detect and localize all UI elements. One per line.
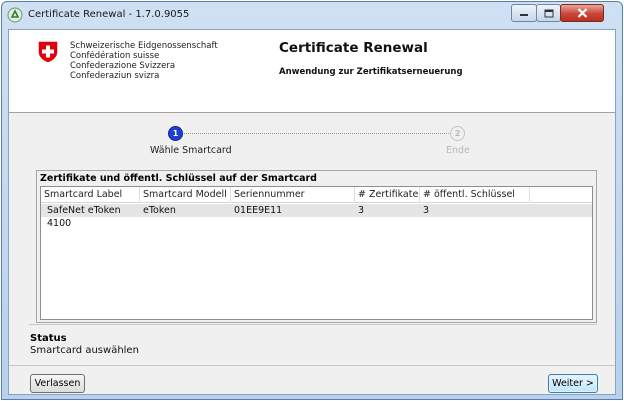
smartcard-group: Zertifikate und öffentl. Schlüssel auf d… [36,170,597,323]
maximize-icon [544,9,553,17]
header-divider [9,112,615,113]
app-subtitle: Anwendung zur Zertifikatserneuerung [279,67,463,77]
confederation-line: Confédération suisse [70,51,160,61]
cell-seriennummer: 01EE9E11 [234,205,283,216]
step-1-label: Wähle Smartcard [150,145,232,156]
footer-divider [9,365,615,366]
confederation-names: Schweizerische Eidgenossenschaft Confédé… [70,41,218,81]
table-row[interactable]: SafeNet eToken 4100 eToken 01EE9E11 3 3 [41,204,592,229]
close-icon [577,8,587,18]
table-header: Smartcard Label Smartcard Modell Serienn… [41,187,592,215]
window-title: Certificate Renewal - 1.7.0.9055 [28,9,190,20]
confederation-line: Confederazione Svizzera [70,61,176,71]
minimize-icon [520,14,528,16]
recycle-icon [7,7,23,23]
status-title: Status [30,333,67,344]
column-header-zertifikate[interactable]: # Zertifikate [355,187,420,203]
cell-zertifikate: 3 [358,205,365,216]
header-banner: Schweizerische Eidgenossenschaft Confédé… [9,30,615,112]
app-window: Certificate Renewal - 1.7.0.9055 Schweiz… [1,1,623,400]
column-header-schluessel[interactable]: # öffentl. Schlüssel [420,187,530,203]
column-header-seriennummer[interactable]: Seriennummer Smartcard [231,187,355,215]
cell-schluessel: 3 [423,205,430,216]
app-title: Certificate Renewal [279,40,428,56]
status-text: Smartcard auswählen [30,345,139,356]
confederation-line: Schweizerische Eidgenossenschaft [70,41,218,51]
group-title: Zertifikate und öffentl. Schlüssel auf d… [40,173,317,184]
step-2-indicator: 2 [450,126,465,141]
cell-smartcard-modell: eToken [143,205,176,216]
close-button[interactable] [560,4,604,22]
column-header-smartcard-modell[interactable]: Smartcard Modell [140,187,231,203]
status-divider [29,324,597,325]
next-button[interactable]: Weiter > [548,374,598,393]
swiss-coat-of-arms-icon [38,41,58,63]
column-header-smartcard-label[interactable]: Smartcard Label [41,187,140,203]
smartcard-table[interactable]: Smartcard Label Smartcard Modell Serienn… [40,186,593,320]
leave-button[interactable]: Verlassen [30,374,85,393]
wizard-stepper: 1 2 Wähle Smartcard Ende [9,122,615,162]
title-bar[interactable]: Certificate Renewal - 1.7.0.9055 [2,2,622,29]
step-connector [184,133,449,134]
minimize-button[interactable] [511,4,537,22]
dialog-body: Schweizerische Eidgenossenschaft Confédé… [8,29,616,395]
maximize-button[interactable] [536,4,561,22]
step-2-label: Ende [446,145,470,156]
cell-smartcard-label: SafeNet eToken 4100 [47,205,121,229]
step-1-indicator: 1 [168,126,183,141]
confederation-line: Confederaziun svizra [70,71,160,81]
